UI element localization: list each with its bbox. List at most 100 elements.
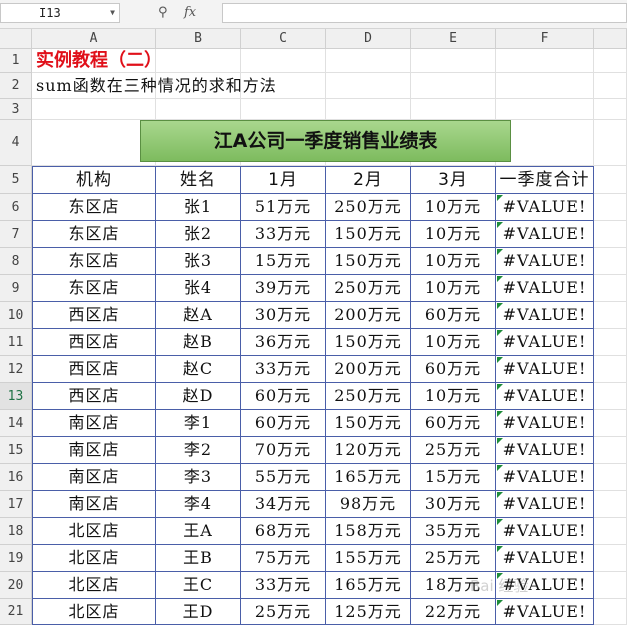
cell-B3[interactable] [156,99,241,120]
formula-input[interactable] [222,3,627,23]
row-header-2[interactable]: 2 [0,73,32,99]
table-cell[interactable]: 西区店 [32,383,156,410]
table-cell[interactable]: 东区店 [32,221,156,248]
table-cell[interactable]: 西区店 [32,329,156,356]
column-header-B[interactable]: B [156,29,241,49]
row-header-6[interactable]: 6 [0,194,32,221]
table-cell[interactable]: 165万元 [326,464,411,491]
table-cell[interactable]: 南区店 [32,437,156,464]
table-cell[interactable]: 东区店 [32,275,156,302]
table-cell[interactable]: #VALUE! [496,410,594,437]
table-cell[interactable]: 25万元 [241,599,326,625]
table-cell[interactable]: 30万元 [411,491,496,518]
row-header-18[interactable]: 18 [0,518,32,545]
table-cell[interactable]: 南区店 [32,491,156,518]
cell-E1[interactable] [411,49,496,73]
row-header-17[interactable]: 17 [0,491,32,518]
table-cell[interactable]: 王B [156,545,241,572]
row-header-9[interactable]: 9 [0,275,32,302]
table-cell[interactable]: 250万元 [326,383,411,410]
chevron-down-icon[interactable]: ▼ [110,4,115,22]
table-header-0[interactable]: 机构 [32,166,156,194]
table-cell[interactable]: 55万元 [241,464,326,491]
table-cell[interactable]: 35万元 [411,518,496,545]
column-header-E[interactable]: E [411,29,496,49]
row-header-12[interactable]: 12 [0,356,32,383]
table-cell[interactable]: 200万元 [326,302,411,329]
table-cell[interactable]: 10万元 [411,194,496,221]
table-cell[interactable]: 西区店 [32,302,156,329]
table-cell[interactable]: 北区店 [32,545,156,572]
table-cell[interactable]: 60万元 [241,410,326,437]
table-cell[interactable]: 165万元 [326,572,411,599]
table-cell[interactable]: 60万元 [411,410,496,437]
table-cell[interactable]: 125万元 [326,599,411,625]
row-header-21[interactable]: 21 [0,599,32,625]
table-cell[interactable]: 36万元 [241,329,326,356]
table-cell[interactable]: 120万元 [326,437,411,464]
table-cell[interactable]: 25万元 [411,437,496,464]
table-cell[interactable]: #VALUE! [496,437,594,464]
table-cell[interactable]: 10万元 [411,275,496,302]
magnifier-icon[interactable]: ⚲ [158,3,168,23]
table-cell[interactable]: #VALUE! [496,356,594,383]
table-cell[interactable]: 李3 [156,464,241,491]
table-cell[interactable]: 70万元 [241,437,326,464]
table-cell[interactable]: 39万元 [241,275,326,302]
table-cell[interactable]: 李4 [156,491,241,518]
table-cell[interactable]: #VALUE! [496,545,594,572]
table-cell[interactable]: #VALUE! [496,329,594,356]
table-cell[interactable]: 33万元 [241,221,326,248]
table-cell[interactable]: 51万元 [241,194,326,221]
table-cell[interactable]: 10万元 [411,248,496,275]
row-header-11[interactable]: 11 [0,329,32,356]
row-header-14[interactable]: 14 [0,410,32,437]
table-cell[interactable]: 98万元 [326,491,411,518]
table-cell[interactable]: 25万元 [411,545,496,572]
column-header-F[interactable]: F [496,29,594,49]
table-cell[interactable]: 150万元 [326,410,411,437]
table-cell[interactable]: 赵D [156,383,241,410]
table-cell[interactable]: 北区店 [32,599,156,625]
table-cell[interactable]: #VALUE! [496,518,594,545]
table-cell[interactable]: 南区店 [32,410,156,437]
table-cell[interactable]: #VALUE! [496,194,594,221]
table-cell[interactable]: 10万元 [411,383,496,410]
table-cell[interactable]: 158万元 [326,518,411,545]
table-cell[interactable]: 10万元 [411,329,496,356]
table-cell[interactable]: #VALUE! [496,302,594,329]
table-header-5[interactable]: 一季度合计 [496,166,594,194]
cell-F2[interactable] [496,73,594,99]
cell-F3[interactable] [496,99,594,120]
row-header-13[interactable]: 13 [0,383,32,410]
table-cell[interactable]: #VALUE! [496,275,594,302]
row-header-10[interactable]: 10 [0,302,32,329]
table-cell[interactable]: 60万元 [411,356,496,383]
table-cell[interactable]: 王D [156,599,241,625]
table-cell[interactable]: #VALUE! [496,248,594,275]
table-cell[interactable]: 西区店 [32,356,156,383]
table-cell[interactable]: 李1 [156,410,241,437]
column-header-C[interactable]: C [241,29,326,49]
table-cell[interactable]: 75万元 [241,545,326,572]
table-cell[interactable]: 250万元 [326,194,411,221]
table-cell[interactable]: 北区店 [32,572,156,599]
row-header-15[interactable]: 15 [0,437,32,464]
cell-D3[interactable] [326,99,411,120]
table-cell[interactable]: 155万元 [326,545,411,572]
column-header-D[interactable]: D [326,29,411,49]
table-cell[interactable]: 东区店 [32,194,156,221]
table-cell[interactable]: 150万元 [326,329,411,356]
table-cell[interactable]: 33万元 [241,356,326,383]
row-header-20[interactable]: 20 [0,572,32,599]
fx-icon[interactable]: fx [184,3,196,23]
cell-A3[interactable] [32,99,156,120]
table-cell[interactable]: #VALUE! [496,599,594,625]
row-header-16[interactable]: 16 [0,464,32,491]
cell-A4[interactable] [32,120,156,166]
column-header-A[interactable]: A [32,29,156,49]
table-cell[interactable]: 赵B [156,329,241,356]
table-cell[interactable]: 张3 [156,248,241,275]
table-cell[interactable]: #VALUE! [496,221,594,248]
table-cell[interactable]: 王A [156,518,241,545]
